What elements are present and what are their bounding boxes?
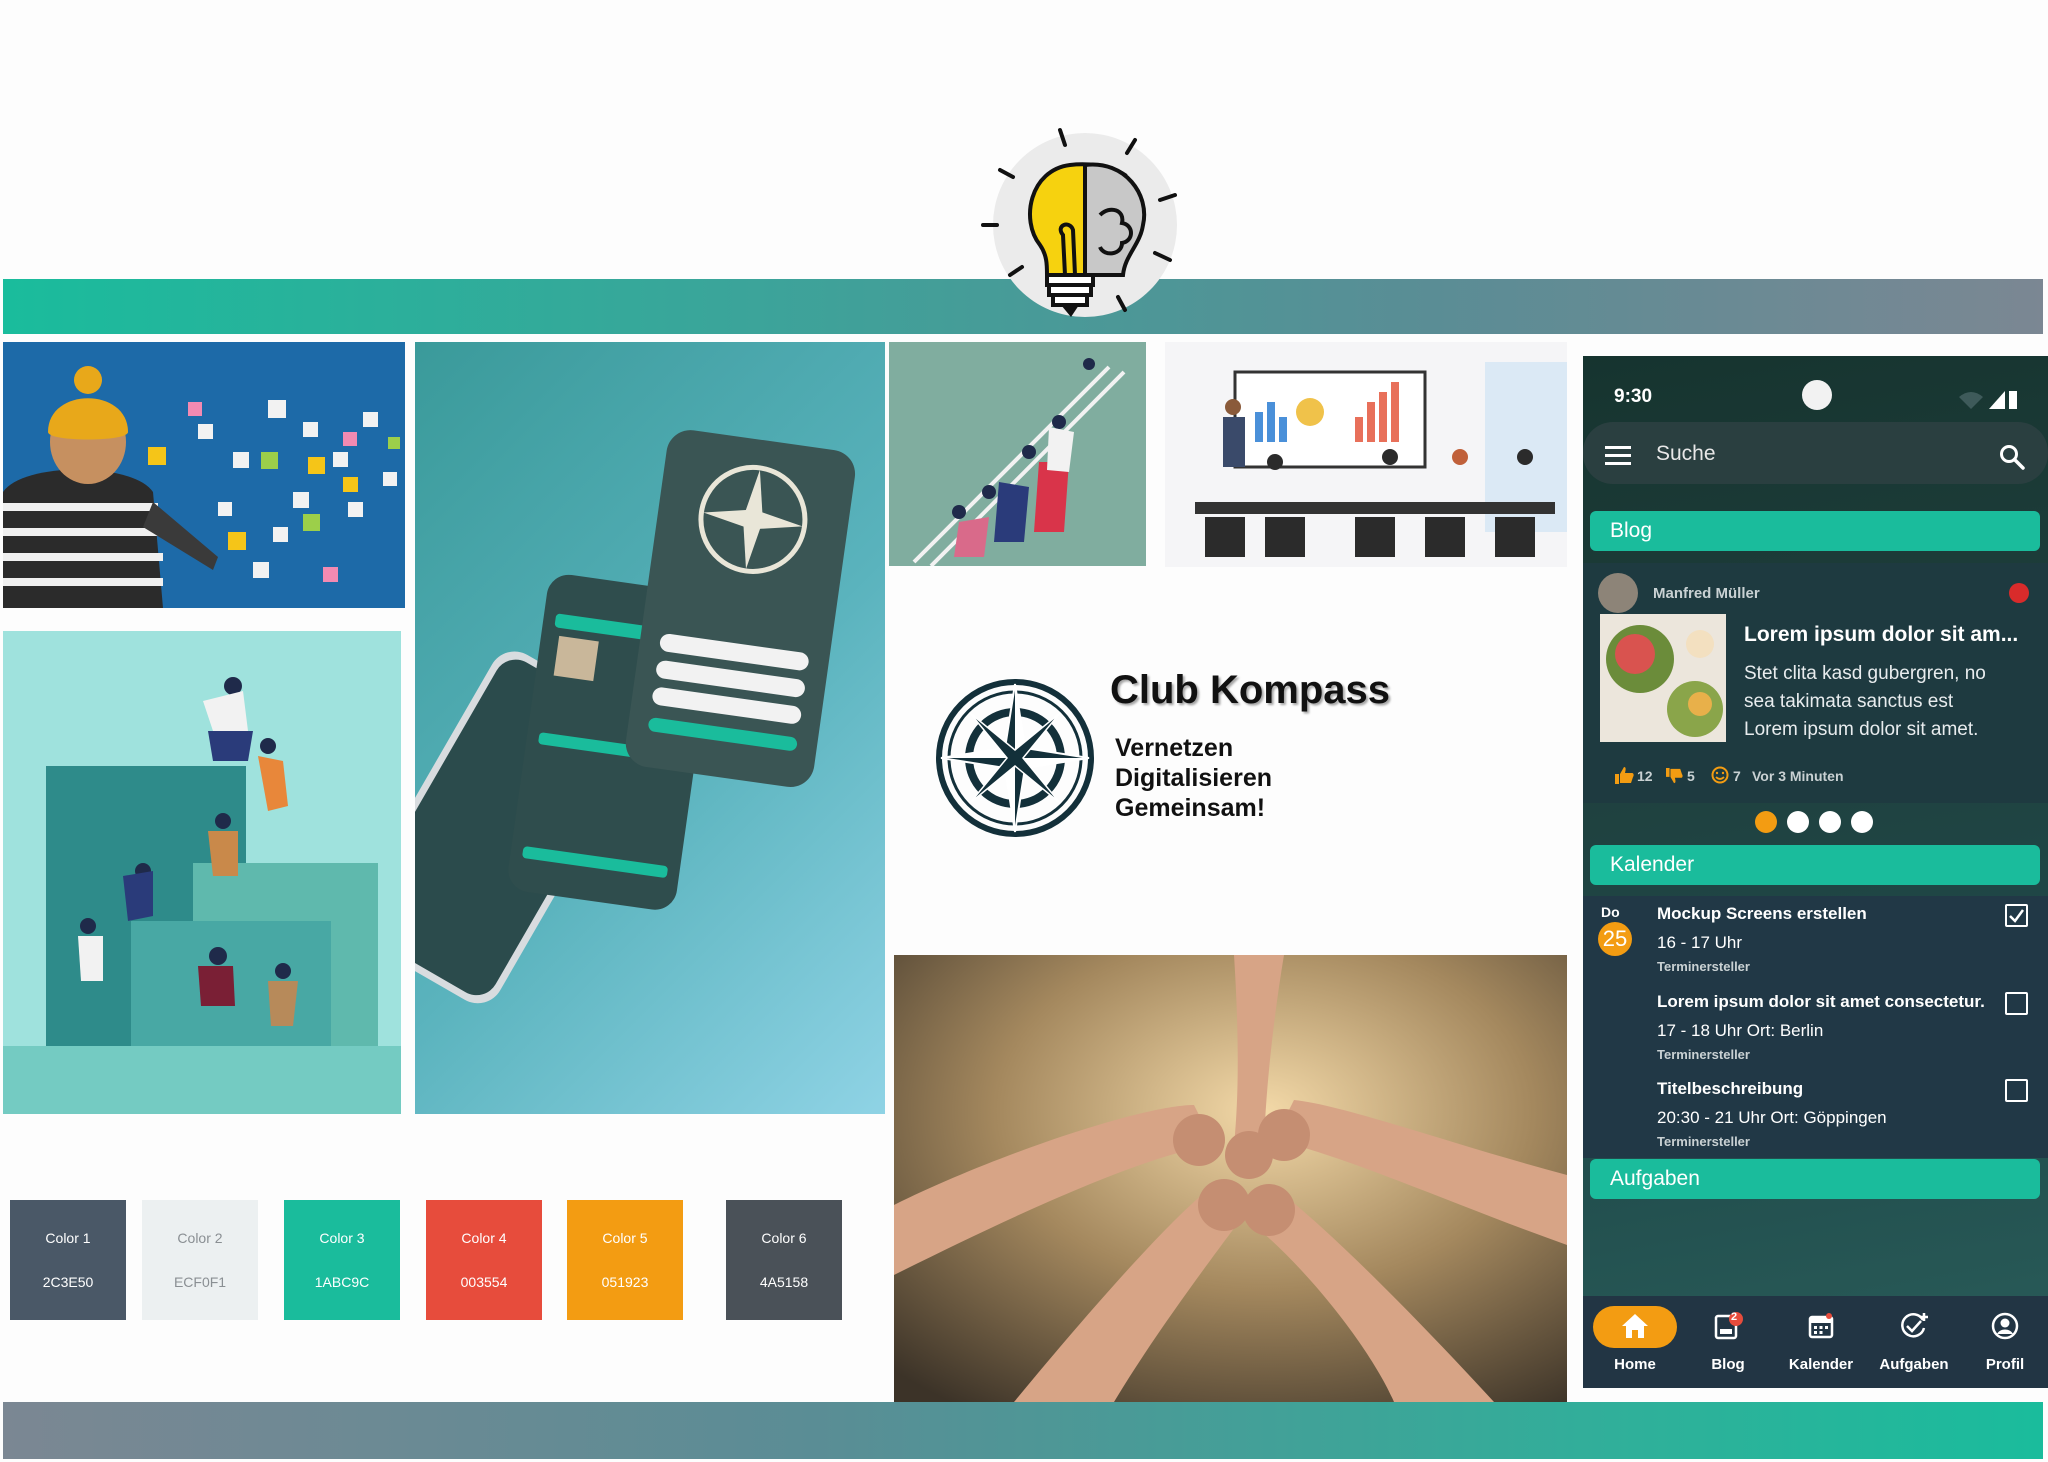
check-icon (2009, 909, 2025, 923)
carousel-dot[interactable] (1787, 811, 1809, 833)
hands-together-photo (894, 955, 1567, 1402)
swatch-color-3: Color 3 1ABC9C (284, 1200, 400, 1320)
swatch-name: Color 3 (319, 1230, 365, 1246)
compass-logo-icon (936, 679, 1094, 837)
search-bar[interactable] (1583, 422, 2048, 484)
camera-cutout (1802, 380, 1832, 410)
tagline-2: Digitalisieren (1115, 764, 1272, 792)
carousel-dot-active[interactable] (1755, 811, 1777, 833)
swatch-name: Color 4 (461, 1230, 507, 1246)
swatch-name: Color 1 (45, 1230, 91, 1246)
swatch-color-4: Color 4 003554 (426, 1200, 542, 1320)
post-body-line: sea takimata sanctus est (1744, 691, 1954, 712)
profile-icon[interactable] (1991, 1312, 2019, 1340)
swatch-color-6: Color 6 4A5158 (726, 1200, 842, 1320)
event-time: 16 - 17 Uhr (1657, 933, 1743, 952)
signal-battery-icon (1959, 391, 2017, 409)
brand-title: Club Kompass (1110, 668, 1391, 712)
section-blog[interactable]: Blog (1590, 511, 2040, 551)
event-creator: Terminersteller (1657, 1134, 1750, 1149)
brand-taglines: Vernetzen Digitalisieren Gemeinsam! (1115, 733, 1272, 823)
event-checkbox[interactable] (2005, 1079, 2028, 1102)
nav-calendar[interactable]: Kalender (1776, 1356, 1866, 1373)
carousel-dot[interactable] (1851, 811, 1873, 833)
swatch-hex: 2C3E50 (42, 1274, 94, 1290)
teamwork-climb-illustration (3, 631, 401, 1114)
swatch-hex: ECF0F1 (173, 1274, 227, 1290)
ladder-team-illustration (889, 342, 1146, 566)
phone-app-screen: 9:30 Suche Blog Manfred Müller Lorem ips… (1583, 356, 2048, 1388)
bottom-navigation: Home 2 Blog Kalender Aufgaben Profil (1583, 1296, 2048, 1388)
swatch-name: Color 2 (177, 1230, 223, 1246)
event-checkbox[interactable] (2005, 992, 2028, 1015)
calendar-card: Do 25 Mockup Screens erstellen 16 - 17 U… (1583, 896, 2048, 1158)
likes-count: 12 (1637, 768, 1653, 784)
post-body-line: Stet clita kasd gubergren, no (1744, 663, 1986, 684)
tagline-3: Gemeinsam! (1115, 794, 1266, 822)
search-input[interactable]: Suche (1656, 442, 1716, 466)
tagline-1: Vernetzen (1115, 734, 1234, 762)
swatch-hex: 051923 (601, 1274, 649, 1290)
thumbs-down-icon[interactable] (1665, 768, 1683, 784)
lightbulb-brain-icon (981, 128, 1177, 317)
calendar-icon[interactable] (1807, 1312, 1835, 1340)
nav-blog[interactable]: Blog (1683, 1356, 1773, 1373)
swatch-hex: 1ABC9C (314, 1274, 370, 1290)
meeting-presentation-illustration (1165, 342, 1567, 567)
event-checkbox[interactable] (2005, 904, 2028, 927)
calendar-event[interactable]: Lorem ipsum dolor sit amet consectetur. … (1657, 992, 2002, 1062)
swatch-color-5: Color 5 051923 (567, 1200, 683, 1320)
post-author: Manfred Müller (1653, 585, 1760, 602)
menu-icon[interactable] (1605, 445, 1631, 465)
app-mockup-render (415, 342, 885, 1114)
event-creator: Terminersteller (1657, 1047, 1750, 1062)
tasks-icon[interactable] (1899, 1312, 1929, 1340)
sticky-notes-photo (3, 342, 405, 608)
nav-home[interactable]: Home (1590, 1356, 1680, 1373)
event-time: 17 - 18 Uhr Ort: Berlin (1657, 1021, 1824, 1040)
dislikes-count: 5 (1687, 768, 1695, 784)
section-tasks[interactable]: Aufgaben (1590, 1159, 2040, 1199)
avatar (1598, 573, 1638, 613)
post-title: Lorem ipsum dolor sit am... (1744, 623, 2019, 646)
thumbs-up-icon[interactable] (1614, 766, 1634, 784)
blog-icon[interactable] (1713, 1312, 1743, 1342)
swatch-hex: 003554 (460, 1274, 508, 1290)
post-body: Stet clita kasd gubergren, no sea takima… (1744, 660, 1986, 744)
blog-badge: 2 (1731, 1311, 1738, 1323)
nav-profile[interactable]: Profil (1960, 1356, 2048, 1373)
post-body-line: Lorem ipsum dolor sit amet. (1744, 719, 1979, 740)
smiley-icon[interactable] (1711, 766, 1729, 784)
swatch-color-2: Color 2 ECF0F1 (142, 1200, 258, 1320)
event-title: Titelbeschreibung (1657, 1079, 1804, 1098)
unread-indicator (2009, 583, 2029, 603)
nav-tasks[interactable]: Aufgaben (1869, 1356, 1959, 1373)
event-creator: Terminersteller (1657, 959, 1750, 974)
carousel-dot[interactable] (1819, 811, 1841, 833)
swatch-name: Color 6 (761, 1230, 807, 1246)
blog-post-card[interactable]: Manfred Müller Lorem ipsum dolor sit am.… (1583, 563, 2048, 803)
search-icon[interactable] (1999, 444, 2025, 470)
event-time: 20:30 - 21 Uhr Ort: Göppingen (1657, 1108, 1887, 1127)
post-image (1600, 614, 1726, 742)
event-title: Mockup Screens erstellen (1657, 904, 1867, 923)
swatch-hex: 4A5158 (759, 1274, 809, 1290)
section-calendar[interactable]: Kalender (1590, 845, 2040, 885)
swatch-name: Color 5 (602, 1230, 648, 1246)
bottom-gradient-band (3, 1402, 2043, 1459)
reactions-count: 7 (1733, 768, 1741, 784)
event-title: Lorem ipsum dolor sit amet consectetur. (1657, 992, 1985, 1011)
swatch-color-1: Color 1 2C3E50 (10, 1200, 126, 1320)
calendar-event[interactable]: Mockup Screens erstellen 16 - 17 Uhr Ter… (1657, 904, 1987, 974)
status-time: 9:30 (1614, 386, 1653, 407)
calendar-event[interactable]: Titelbeschreibung 20:30 - 21 Uhr Ort: Gö… (1657, 1079, 1987, 1149)
home-icon[interactable] (1620, 1312, 1650, 1340)
date-weekday: Do (1601, 904, 1620, 920)
post-time: Vor 3 Minuten (1752, 768, 1844, 784)
date-day-badge: 25 (1598, 922, 1632, 956)
